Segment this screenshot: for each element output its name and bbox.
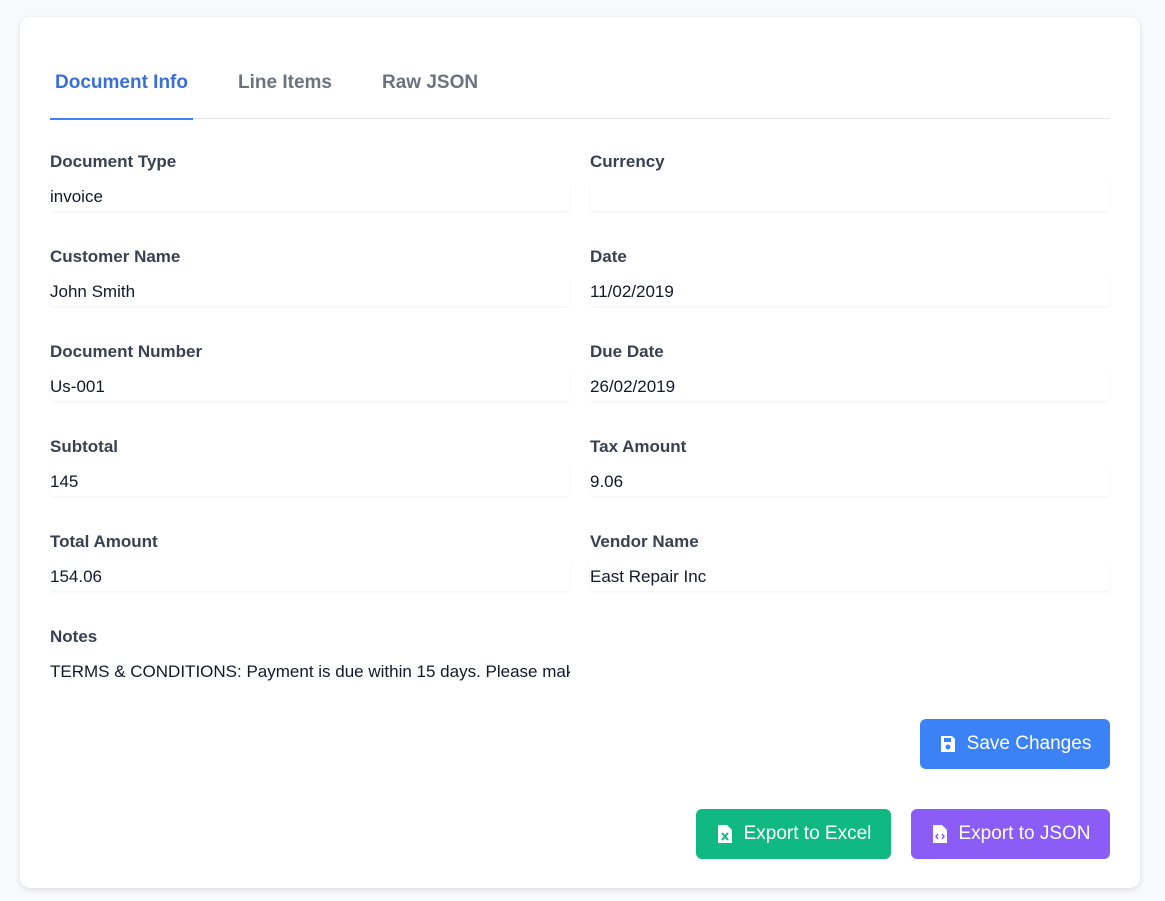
field-notes: Notes xyxy=(50,626,570,686)
export-excel-label: Export to Excel xyxy=(743,823,872,844)
customer-name-input[interactable] xyxy=(50,274,570,306)
document-card: Document Info Line Items Raw JSON Docume… xyxy=(20,17,1140,888)
field-vendor-name: Vendor Name xyxy=(590,531,1110,591)
due-date-label: Due Date xyxy=(590,342,664,361)
notes-input[interactable] xyxy=(50,654,570,686)
document-number-input[interactable] xyxy=(50,369,570,401)
subtotal-label: Subtotal xyxy=(50,437,118,456)
export-json-button[interactable]: Export to JSON xyxy=(911,809,1110,859)
total-amount-input[interactable] xyxy=(50,559,570,591)
save-changes-label: Save Changes xyxy=(966,733,1092,754)
subtotal-input[interactable] xyxy=(50,464,570,496)
notes-label: Notes xyxy=(50,627,98,646)
field-customer-name: Customer Name xyxy=(50,246,570,306)
export-excel-button[interactable]: Export to Excel xyxy=(696,809,891,859)
document-type-input[interactable] xyxy=(50,179,570,211)
field-tax-amount: Tax Amount xyxy=(590,436,1110,496)
tab-line-items[interactable]: Line Items xyxy=(233,57,337,119)
code-file-icon xyxy=(931,824,949,844)
vendor-name-input[interactable] xyxy=(590,559,1110,591)
field-currency: Currency xyxy=(590,151,1110,211)
currency-label: Currency xyxy=(590,152,665,171)
field-total-amount: Total Amount xyxy=(50,531,570,591)
field-date: Date xyxy=(590,246,1110,306)
tax-amount-label: Tax Amount xyxy=(590,437,687,456)
total-amount-label: Total Amount xyxy=(50,532,158,551)
due-date-input[interactable] xyxy=(590,369,1110,401)
tax-amount-input[interactable] xyxy=(590,464,1110,496)
field-document-type: Document Type xyxy=(50,151,570,211)
vendor-name-label: Vendor Name xyxy=(590,532,699,551)
field-document-number: Document Number xyxy=(50,341,570,401)
document-number-label: Document Number xyxy=(50,342,203,361)
field-due-date: Due Date xyxy=(590,341,1110,401)
save-changes-button[interactable]: Save Changes xyxy=(920,719,1110,769)
currency-input[interactable] xyxy=(590,179,1110,211)
field-subtotal: Subtotal xyxy=(50,436,570,496)
tab-bar: Document Info Line Items Raw JSON xyxy=(50,57,1110,120)
tab-raw-json[interactable]: Raw JSON xyxy=(377,57,483,119)
customer-name-label: Customer Name xyxy=(50,247,181,266)
date-label: Date xyxy=(590,247,627,266)
date-input[interactable] xyxy=(590,274,1110,306)
document-type-label: Document Type xyxy=(50,152,177,171)
tab-document-info[interactable]: Document Info xyxy=(50,57,193,120)
floppy-disk-icon xyxy=(939,734,957,754)
excel-file-icon xyxy=(716,824,734,844)
export-json-label: Export to JSON xyxy=(958,823,1091,844)
